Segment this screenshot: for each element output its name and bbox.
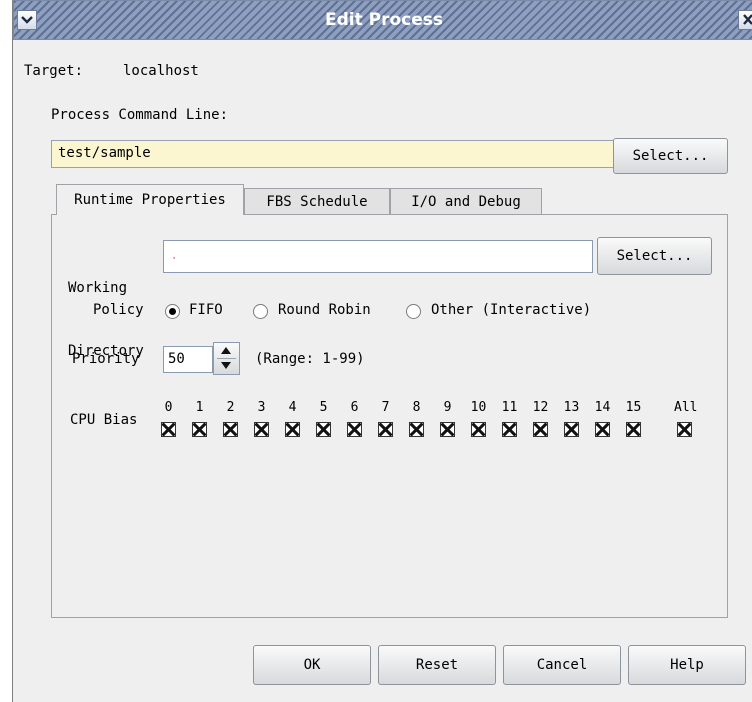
command-select-button[interactable]: Select... <box>613 138 728 174</box>
cpu-11-checkbox[interactable] <box>502 422 517 437</box>
cpu-bias-label: CPU Bias <box>70 412 138 428</box>
cpu-3-label: 3 <box>257 400 266 415</box>
priority-label: Priority <box>72 351 140 367</box>
cpu-1-label: 1 <box>195 400 204 415</box>
cpu-8-checkbox[interactable] <box>409 422 424 437</box>
cpu-0-checkbox[interactable] <box>161 422 176 437</box>
cpu-10-label: 10 <box>470 400 487 415</box>
arrow-up-icon[interactable] <box>221 347 231 354</box>
target-value: localhost <box>123 63 199 79</box>
close-button[interactable] <box>738 10 752 30</box>
working-directory-label: Working Directory <box>68 236 144 404</box>
target-label: Target: <box>24 63 84 79</box>
stepper-divider <box>217 358 236 359</box>
cpu-14-label: 14 <box>594 400 611 415</box>
cpu-8-label: 8 <box>412 400 421 415</box>
cpu-12-label: 12 <box>532 400 549 415</box>
priority-input[interactable]: 50 <box>163 346 213 373</box>
cpu-all-checkbox[interactable] <box>676 422 692 437</box>
cpu-7-checkbox[interactable] <box>378 422 393 437</box>
cpu-1-checkbox[interactable] <box>192 422 207 437</box>
cpu-11-label: 11 <box>501 400 518 415</box>
cpu-9-label: 9 <box>443 400 452 415</box>
tab-io-and-debug[interactable]: I/O and Debug <box>390 188 542 214</box>
cpu-2-checkbox[interactable] <box>223 422 238 437</box>
cpu-13-checkbox[interactable] <box>564 422 579 437</box>
cpu-14-checkbox[interactable] <box>595 422 610 437</box>
policy-fifo-label[interactable]: FIFO <box>189 302 223 318</box>
ok-button[interactable]: OK <box>253 645 371 685</box>
policy-other-label[interactable]: Other (Interactive) <box>431 302 591 318</box>
cpu-12-checkbox[interactable] <box>533 422 548 437</box>
tab-runtime-properties[interactable]: Runtime Properties <box>56 184 244 215</box>
policy-round-robin-radio[interactable] <box>253 304 268 319</box>
title-bar[interactable]: Edit Process <box>13 0 752 40</box>
command-line-input[interactable]: test/sample <box>51 140 617 168</box>
chevron-down-icon <box>21 16 33 24</box>
command-line-label: Process Command Line: <box>51 107 229 123</box>
edit-process-dialog: Edit Process Target: localhost Process C… <box>12 0 752 702</box>
priority-range-text: (Range: 1-99) <box>255 351 365 367</box>
arrow-down-icon[interactable] <box>221 362 231 369</box>
cpu-2-label: 2 <box>226 400 235 415</box>
cpu-0-label: 0 <box>164 400 173 415</box>
cpu-5-checkbox[interactable] <box>316 422 331 437</box>
working-directory-label-line1: Working <box>68 280 128 296</box>
close-icon <box>743 14 752 25</box>
tab-fbs-schedule[interactable]: FBS Schedule <box>244 188 390 214</box>
policy-label: Policy <box>93 302 144 318</box>
policy-round-robin-label[interactable]: Round Robin <box>278 302 371 318</box>
cpu-4-checkbox[interactable] <box>285 422 300 437</box>
cpu-4-label: 4 <box>288 400 297 415</box>
working-directory-select-button[interactable]: Select... <box>597 237 712 275</box>
working-directory-input[interactable]: . <box>163 240 593 273</box>
cpu-3-checkbox[interactable] <box>254 422 269 437</box>
cpu-6-checkbox[interactable] <box>347 422 362 437</box>
policy-other-radio[interactable] <box>406 304 421 319</box>
window-menu-button[interactable] <box>17 10 37 30</box>
cpu-all-label: All <box>674 400 698 415</box>
cpu-7-label: 7 <box>381 400 390 415</box>
cpu-10-checkbox[interactable] <box>471 422 486 437</box>
cpu-6-label: 6 <box>350 400 359 415</box>
cpu-9-checkbox[interactable] <box>440 422 455 437</box>
cpu-15-checkbox[interactable] <box>626 422 641 437</box>
cpu-5-label: 5 <box>319 400 328 415</box>
help-button[interactable]: Help <box>628 645 746 685</box>
cpu-13-label: 13 <box>563 400 580 415</box>
reset-button[interactable]: Reset <box>378 645 496 685</box>
window-title: Edit Process <box>324 10 444 30</box>
policy-fifo-radio[interactable] <box>165 304 180 319</box>
cancel-button[interactable]: Cancel <box>503 645 621 685</box>
priority-stepper[interactable] <box>213 342 240 375</box>
cpu-15-label: 15 <box>625 400 642 415</box>
